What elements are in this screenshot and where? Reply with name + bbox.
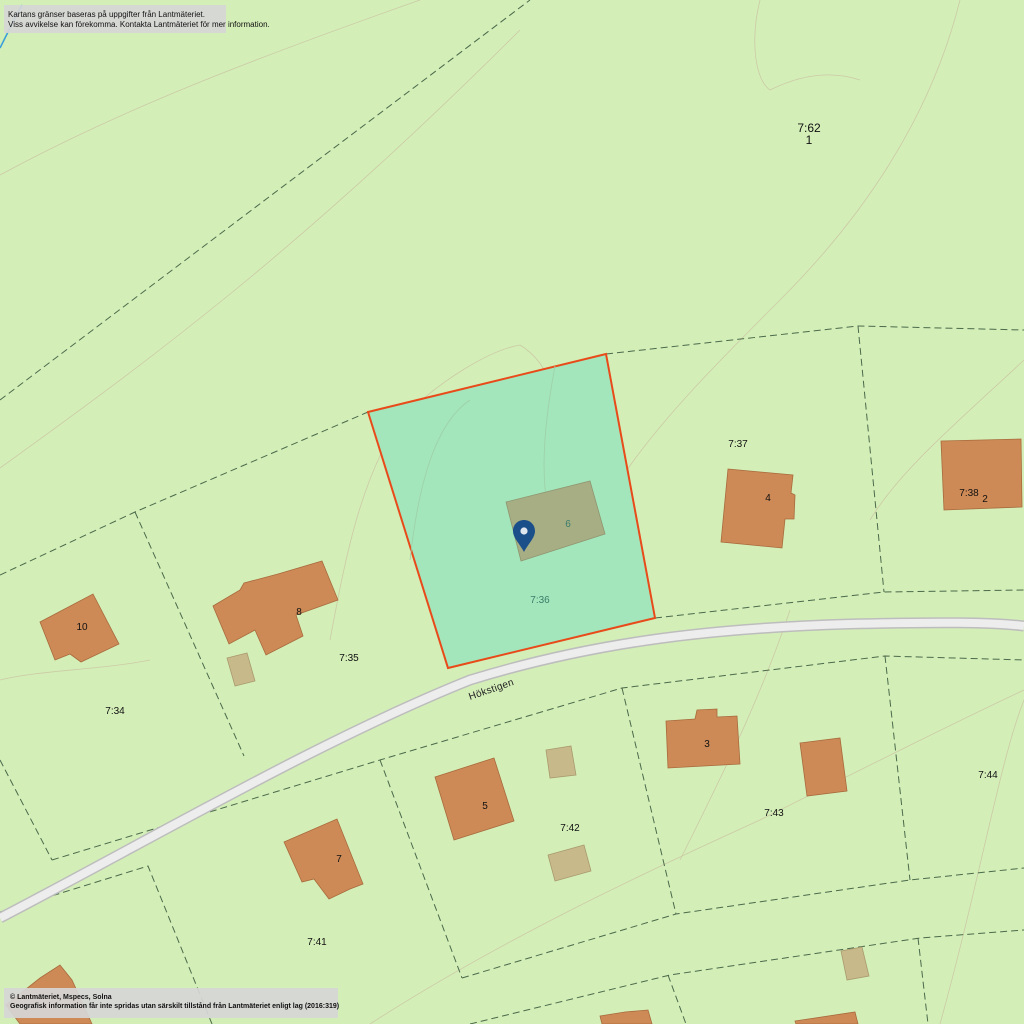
building-5[interactable]: [434, 757, 515, 841]
copyright-notice: © Lantmäteriet, Mspecs, Solna Geografisk…: [4, 988, 340, 1018]
building-bottom-right[interactable]: [794, 1011, 859, 1024]
parcel-label-7-42: 7:42: [560, 823, 580, 834]
building-number-10: 10: [76, 622, 88, 633]
building-8[interactable]: [212, 560, 339, 656]
building-number-8: 8: [296, 607, 302, 618]
parcel-label-7-35: 7:35: [339, 653, 359, 664]
building-number-4: 4: [765, 493, 771, 504]
road-hokstigen[interactable]: [0, 618, 1024, 922]
parcel-label-extra: 1: [806, 133, 813, 147]
outbuilding[interactable]: [547, 844, 592, 882]
building-number-2: 2: [982, 494, 988, 505]
building-7[interactable]: [283, 818, 364, 900]
building-number-3: 3: [704, 739, 710, 750]
building-bottom-mid[interactable]: [599, 1009, 653, 1024]
outbuilding[interactable]: [840, 946, 870, 981]
parcel-label-7-44: 7:44: [978, 770, 998, 781]
parcel-label-7-36: 7:36: [530, 595, 550, 606]
parcel-label-7-38: 7:38: [959, 488, 979, 499]
outbuilding[interactable]: [226, 652, 256, 687]
top-disclaimer-line-2: Viss avvikelse kan förekomma. Kontakta L…: [8, 20, 270, 29]
parcel-label-7-41: 7:41: [307, 937, 327, 948]
copyright-line-1: © Lantmäteriet, Mspecs, Solna: [10, 994, 112, 1001]
building-number-7: 7: [336, 854, 342, 865]
outbuilding[interactable]: [545, 745, 577, 779]
building-7-43[interactable]: [799, 737, 848, 797]
parcel-label-7-43: 7:43: [764, 808, 784, 819]
building-3[interactable]: [665, 708, 741, 769]
building-number-5: 5: [482, 801, 488, 812]
top-disclaimer: Kartans gränser baseras på uppgifter frå…: [4, 5, 270, 33]
building-4[interactable]: [720, 468, 796, 549]
parcel-label-7-37: 7:37: [728, 439, 748, 450]
map-canvas[interactable]: Hökstigen 7:62 1 7:37 7:38 7:35 7:34 7:4…: [0, 0, 1024, 1024]
top-disclaimer-line-1: Kartans gränser baseras på uppgifter frå…: [8, 10, 205, 19]
building-number-6: 6: [565, 519, 571, 530]
parcel-label-7-34: 7:34: [105, 706, 125, 717]
copyright-line-2: Geografisk information får inte spridas …: [10, 1003, 340, 1010]
